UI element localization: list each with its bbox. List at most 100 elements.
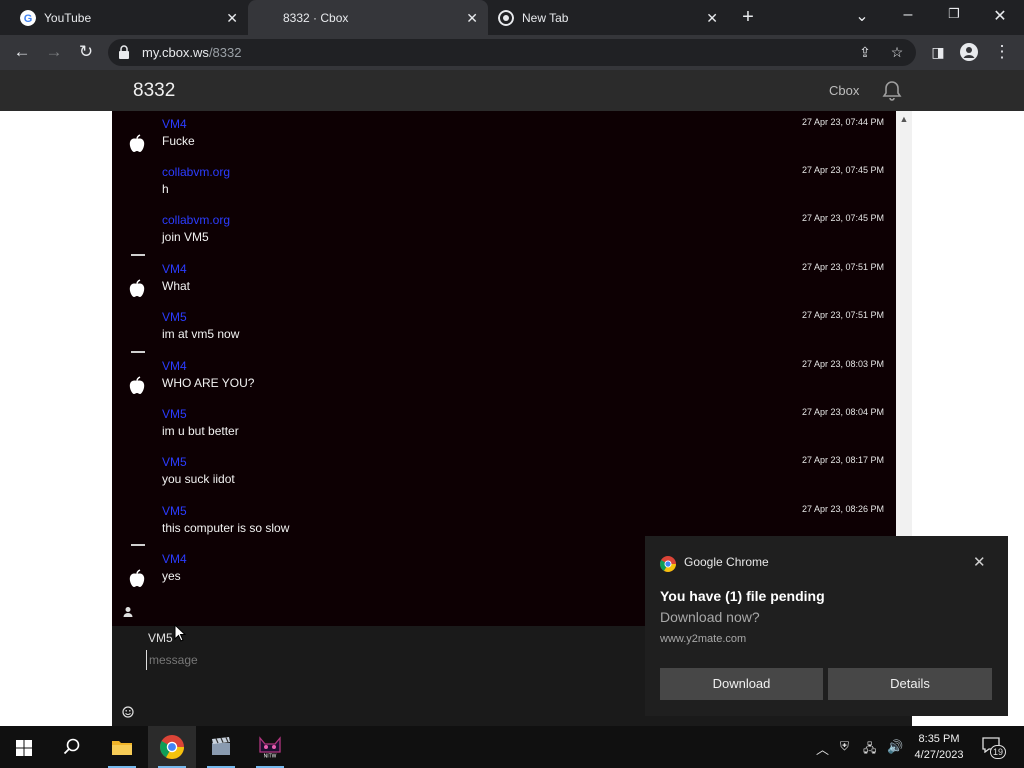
bell-icon[interactable] xyxy=(880,79,904,103)
chat-message: VM5 you suck iidot 27 Apr 23, 08:17 PM xyxy=(112,455,896,503)
close-tab-icon[interactable]: ✕ xyxy=(466,10,478,27)
notification-count-badge: 19 xyxy=(990,745,1006,759)
message-text: join VM5 xyxy=(162,230,209,244)
chat-message: VM4 Fucke 27 Apr 23, 07:44 PM xyxy=(112,117,896,165)
smiley-icon[interactable] xyxy=(122,706,134,718)
message-username[interactable]: VM5 xyxy=(162,455,187,469)
chrome-notification[interactable]: Google Chrome ✕ You have (1) file pendin… xyxy=(645,536,1008,716)
avatar-divider xyxy=(131,544,145,546)
apple-avatar-icon xyxy=(129,569,145,587)
scroll-up-arrow-icon[interactable]: ▲ xyxy=(899,114,909,124)
browser-toolbar: ← → ↻ my.cbox.ws/8332 ⇪ ☆ ◨ ⋮ xyxy=(0,35,1024,70)
details-button[interactable]: Details xyxy=(828,668,992,700)
window-close-icon[interactable]: ✕ xyxy=(990,6,1010,26)
message-username[interactable]: VM4 xyxy=(162,552,187,566)
bookmark-star-icon[interactable]: ☆ xyxy=(888,43,906,61)
action-center-button[interactable]: 19 xyxy=(982,737,1006,759)
message-username[interactable]: VM5 xyxy=(162,504,187,518)
chat-message: VM4 WHO ARE YOU? 27 Apr 23, 08:03 PM xyxy=(112,351,896,407)
chrome-icon xyxy=(160,735,184,759)
address-bar[interactable]: my.cbox.ws/8332 ⇪ ☆ xyxy=(108,39,916,66)
tab-title: New Tab xyxy=(522,10,569,25)
chat-scrollbar[interactable]: ▲ xyxy=(896,111,912,597)
tray-chevron-up-icon[interactable]: ︿ xyxy=(816,739,829,758)
user-icon[interactable] xyxy=(122,606,134,618)
tab-cbox[interactable]: 8332 · Cbox ✕ xyxy=(248,0,488,35)
taskbar-chrome[interactable] xyxy=(148,726,196,768)
notification-close-icon[interactable]: ✕ xyxy=(973,553,986,571)
network-shield-icon[interactable]: ⛨ xyxy=(840,739,849,754)
menu-kebab-icon[interactable]: ⋮ xyxy=(991,41,1013,63)
restore-icon[interactable]: ❐ xyxy=(944,6,964,22)
close-tab-icon[interactable]: ✕ xyxy=(226,10,238,27)
chat-message: collabvm.org join VM5 27 Apr 23, 07:45 P… xyxy=(112,213,896,261)
apple-avatar-icon xyxy=(129,134,145,152)
message-username[interactable]: VM4 xyxy=(162,117,187,131)
url-host: my.cbox.ws xyxy=(142,45,209,60)
message-text: h xyxy=(162,182,169,196)
windows-logo-icon xyxy=(16,740,32,756)
tab-search-chevron-icon[interactable]: ⌄ xyxy=(852,6,872,26)
page-title: 8332 xyxy=(133,80,176,101)
browser-titlebar: G YouTube ✕ 8332 · Cbox ✕ New Tab ✕ + ⌄ … xyxy=(0,0,1024,35)
chrome-icon xyxy=(498,9,514,26)
message-username[interactable]: VM4 xyxy=(162,262,187,276)
avatar-divider xyxy=(131,254,145,256)
cbox-brand-link[interactable]: Cbox xyxy=(829,83,859,98)
tab-youtube[interactable]: G YouTube ✕ xyxy=(8,0,248,35)
taskbar-nitw-app[interactable]: NITW xyxy=(246,726,294,768)
svg-text:NITW: NITW xyxy=(264,754,277,759)
notification-subtitle: Download now? xyxy=(660,609,760,625)
message-input[interactable] xyxy=(146,650,626,670)
url-path: /8332 xyxy=(208,45,242,60)
start-button[interactable] xyxy=(0,726,48,768)
volume-icon[interactable]: 🔊 xyxy=(887,739,903,755)
notification-source: www.y2mate.com xyxy=(660,633,747,645)
lock-icon[interactable] xyxy=(118,45,130,59)
wired-network-icon[interactable]: 🖧 xyxy=(863,739,876,760)
mouse-cursor-icon xyxy=(174,624,186,642)
taskbar-file-explorer[interactable] xyxy=(98,726,146,768)
minimize-icon[interactable]: – xyxy=(898,6,918,24)
back-arrow-icon[interactable]: ← xyxy=(11,41,33,63)
cat-face-icon: NITW xyxy=(259,736,281,759)
url-text: my.cbox.ws/8332 xyxy=(142,45,241,60)
taskbar-clock[interactable]: 8:35 PM 4/27/2023 xyxy=(908,731,970,763)
windows-taskbar: NITW ︿ ⛨ 🖧 🔊 8:35 PM 4/27/2023 19 xyxy=(0,726,1024,768)
taskbar-video-app[interactable] xyxy=(197,726,245,768)
message-timestamp: 27 Apr 23, 07:51 PM xyxy=(801,310,884,320)
forward-arrow-icon[interactable]: → xyxy=(43,41,65,63)
message-username[interactable]: VM5 xyxy=(162,310,187,324)
reload-icon[interactable]: ↻ xyxy=(75,41,97,63)
download-button[interactable]: Download xyxy=(660,668,823,700)
message-timestamp: 27 Apr 23, 07:45 PM xyxy=(801,165,884,175)
message-timestamp: 27 Apr 23, 07:44 PM xyxy=(801,117,884,127)
svg-text:G: G xyxy=(24,13,33,25)
notification-title: You have (1) file pending xyxy=(660,588,825,604)
new-tab-plus-icon[interactable]: + xyxy=(738,6,758,29)
chat-message: VM5 im at vm5 now 27 Apr 23, 07:51 PM xyxy=(112,310,896,358)
notification-app-name: Google Chrome xyxy=(684,555,769,569)
chat-message-list[interactable]: VM4 Fucke 27 Apr 23, 07:44 PM collabvm.o… xyxy=(112,111,896,597)
message-timestamp: 27 Apr 23, 08:03 PM xyxy=(801,359,884,369)
message-text: Fucke xyxy=(162,134,195,148)
close-tab-icon[interactable]: ✕ xyxy=(706,10,718,27)
tab-title: 8332 · Cbox xyxy=(283,10,349,25)
site-header: 8332 Cbox xyxy=(0,70,1024,111)
profile-icon[interactable] xyxy=(958,41,980,63)
message-username[interactable]: VM5 xyxy=(162,407,187,421)
google-icon: G xyxy=(20,9,36,26)
message-username[interactable]: VM4 xyxy=(162,359,187,373)
message-username[interactable]: collabvm.org xyxy=(162,165,230,179)
search-button[interactable] xyxy=(48,726,96,768)
chrome-icon xyxy=(660,556,676,572)
tab-new-tab[interactable]: New Tab ✕ xyxy=(488,0,728,35)
message-text: this computer is so slow xyxy=(162,521,290,535)
search-icon xyxy=(63,738,80,755)
message-text: im u but better xyxy=(162,424,239,438)
message-text: im at vm5 now xyxy=(162,327,240,341)
compose-username[interactable]: VM5 xyxy=(148,631,173,645)
share-icon[interactable]: ⇪ xyxy=(856,43,874,61)
side-panel-icon[interactable]: ◨ xyxy=(927,41,949,63)
message-username[interactable]: collabvm.org xyxy=(162,213,230,227)
